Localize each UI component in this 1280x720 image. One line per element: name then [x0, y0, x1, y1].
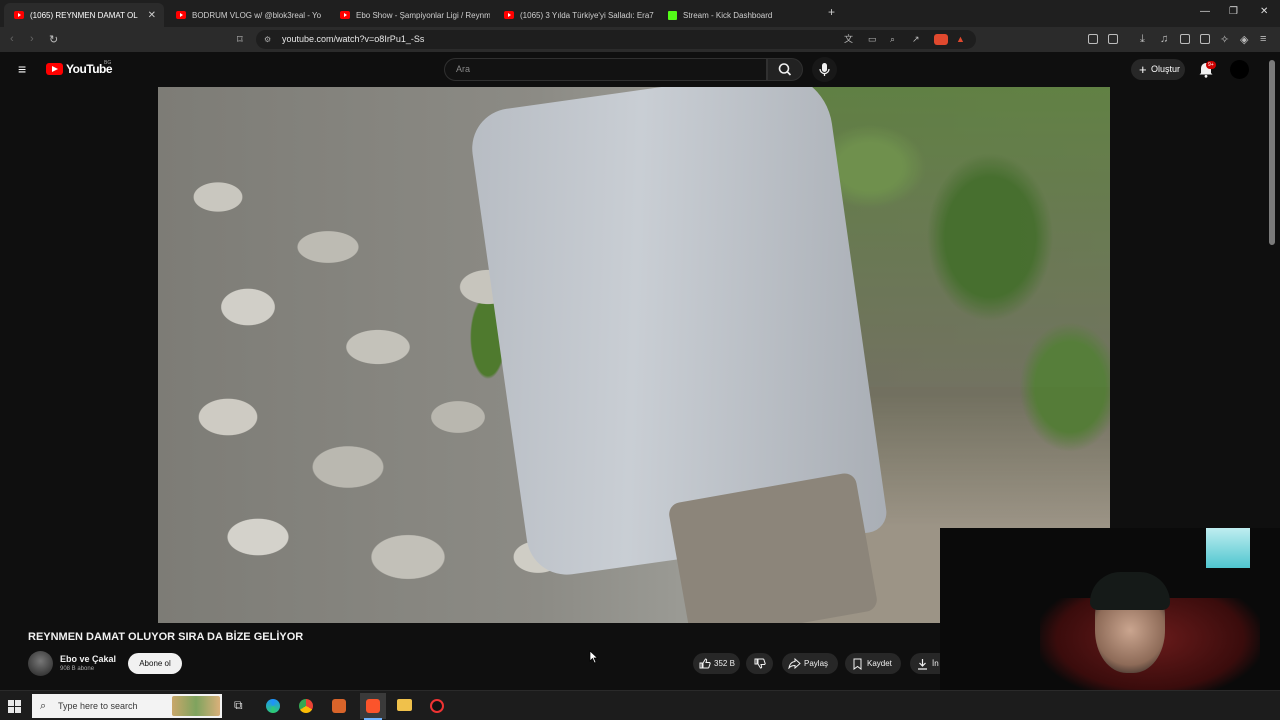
like-button[interactable]: 352 B: [693, 653, 740, 674]
hamburger-menu-icon[interactable]: ≡: [18, 61, 26, 77]
file-explorer-icon[interactable]: [397, 699, 412, 711]
account-avatar[interactable]: [1230, 60, 1249, 79]
back-icon[interactable]: ‹: [10, 33, 14, 45]
minimize-icon[interactable]: —: [1200, 6, 1210, 17]
vpn-icon[interactable]: ◈: [1240, 33, 1248, 46]
thumbs-up-icon: [699, 658, 711, 669]
microphone-icon: [819, 63, 830, 76]
dislike-button[interactable]: [746, 653, 773, 674]
brave-icon[interactable]: [366, 699, 380, 713]
browser-tab-5[interactable]: Stream - Kick Dashboard: [658, 3, 818, 27]
browser-tab-2[interactable]: BODRUM VLOG w/ @blok3real - Yo: [166, 3, 326, 27]
youtube-header: ≡ YouTube BG Ara Oluştur 9+: [0, 52, 1280, 87]
forward-icon[interactable]: ›: [30, 33, 34, 45]
site-info-icon[interactable]: ⚙: [264, 30, 271, 49]
browser-toolbar: ‹ › ↻ ⌑ ⚙ youtube.com/watch?v=o8IrPu1_-S…: [0, 27, 1280, 52]
cast-icon[interactable]: ▭: [868, 30, 877, 49]
restore-icon[interactable]: ❐: [1229, 6, 1238, 17]
extensions-icon[interactable]: [1088, 34, 1098, 44]
create-button[interactable]: Oluştur: [1131, 59, 1185, 80]
windows-start-icon[interactable]: [8, 700, 21, 713]
close-tab-icon[interactable]: ✕: [148, 10, 156, 21]
kick-icon: [668, 10, 677, 20]
edge-icon[interactable]: [266, 699, 280, 713]
video-title: REYNMEN DAMAT OLUYOR SIRA DA BİZE GELİYO…: [28, 631, 304, 643]
country-code: BG: [104, 60, 112, 66]
share-icon[interactable]: ↗: [912, 30, 920, 49]
task-view-icon[interactable]: ⧉: [234, 698, 243, 713]
webcam-person-cap: [1090, 572, 1170, 610]
youtube-icon: [340, 11, 350, 19]
url-bar[interactable]: ⚙ youtube.com/watch?v=o8IrPu1_-Ss 文 ▭ ⌕ …: [256, 30, 976, 49]
browser-tab-3[interactable]: Ebo Show - Şampiyonlar Ligi / Reynm: [330, 3, 490, 27]
save-bookmark-icon: [853, 658, 862, 670]
subscribe-button[interactable]: Abone ol: [128, 653, 182, 674]
tab-title: BODRUM VLOG w/ @blok3real - Yo: [192, 10, 322, 20]
tab-title: (1065) REYNMEN DAMAT OL: [30, 10, 138, 20]
search-icon: [778, 63, 792, 76]
url-text: youtube.com/watch?v=o8IrPu1_-Ss: [282, 34, 425, 44]
close-window-icon[interactable]: ✕: [1260, 6, 1268, 17]
notifications-badge: 9+: [1206, 61, 1216, 69]
share-arrow-icon: [788, 658, 801, 669]
app-icon[interactable]: [332, 699, 346, 713]
browser-tab-1[interactable]: (1065) REYNMEN DAMAT OL ✕: [4, 3, 164, 27]
browser-tab-bar: (1065) REYNMEN DAMAT OL ✕ BODRUM VLOG w/…: [0, 0, 1280, 27]
download-label: İn: [932, 659, 939, 668]
tab-title: Ebo Show - Şampiyonlar Ligi / Reynm: [356, 10, 490, 20]
youtube-icon: [14, 11, 24, 19]
like-count: 352 B: [714, 659, 735, 668]
sidebar-icon[interactable]: [1180, 34, 1190, 44]
search-input[interactable]: Ara: [444, 58, 767, 81]
menu-icon[interactable]: ≡: [1260, 33, 1266, 45]
youtube-icon: [504, 11, 514, 19]
page-scrollbar[interactable]: [1269, 60, 1275, 245]
screenshot-icon[interactable]: [1108, 34, 1118, 44]
thumbs-down-icon: [754, 658, 766, 669]
save-button[interactable]: Kaydet: [845, 653, 901, 674]
search-button[interactable]: [767, 58, 803, 81]
mouse-cursor-icon: [589, 650, 599, 664]
taskbar-search-input[interactable]: ⌕ Type here to search: [32, 694, 222, 718]
brave-shields-icon[interactable]: [934, 34, 948, 45]
bookmark-icon[interactable]: ⌑: [237, 33, 243, 46]
obs-icon[interactable]: [430, 699, 444, 713]
browser-tab-4[interactable]: (1065) 3 Yılda Türkiye'yi Salladı: Era7C: [494, 3, 654, 27]
webcam-overlay: [940, 528, 1280, 690]
zoom-icon[interactable]: ⌕: [890, 30, 895, 49]
media-icon[interactable]: ♫: [1160, 33, 1168, 45]
reload-icon[interactable]: ↻: [49, 33, 58, 46]
subscriber-count: 908 B abone: [60, 666, 95, 672]
leo-ai-icon[interactable]: ✧: [1220, 33, 1229, 46]
voice-search-button[interactable]: [812, 57, 837, 82]
wallet-icon[interactable]: [1200, 34, 1210, 44]
channel-name[interactable]: Ebo ve Çakal: [60, 654, 116, 664]
taskbar-search-placeholder: Type here to search: [58, 701, 138, 711]
youtube-logo-icon[interactable]: [46, 63, 63, 75]
save-label: Kaydet: [867, 659, 892, 668]
share-label: Paylaş: [804, 659, 829, 668]
new-tab-button[interactable]: +: [828, 5, 835, 19]
download-icon[interactable]: ⤓: [1140, 33, 1145, 46]
share-button[interactable]: Paylaş: [782, 653, 838, 674]
download-arrow-icon: [918, 659, 927, 670]
tab-title: Stream - Kick Dashboard: [683, 10, 773, 20]
tab-title: (1065) 3 Yılda Türkiye'yi Salladı: Era7C: [520, 10, 654, 20]
youtube-icon: [176, 11, 186, 19]
search-icon: ⌕: [40, 700, 47, 712]
channel-avatar[interactable]: [28, 651, 53, 676]
windows-taskbar: ⌕ Type here to search ⧉: [0, 690, 1280, 720]
search-highlight-image: [172, 696, 220, 716]
webcam-background-light: [1206, 528, 1250, 568]
brave-rewards-icon[interactable]: ▲: [956, 30, 965, 49]
chrome-icon[interactable]: [299, 699, 313, 713]
translate-icon[interactable]: 文: [844, 30, 853, 49]
